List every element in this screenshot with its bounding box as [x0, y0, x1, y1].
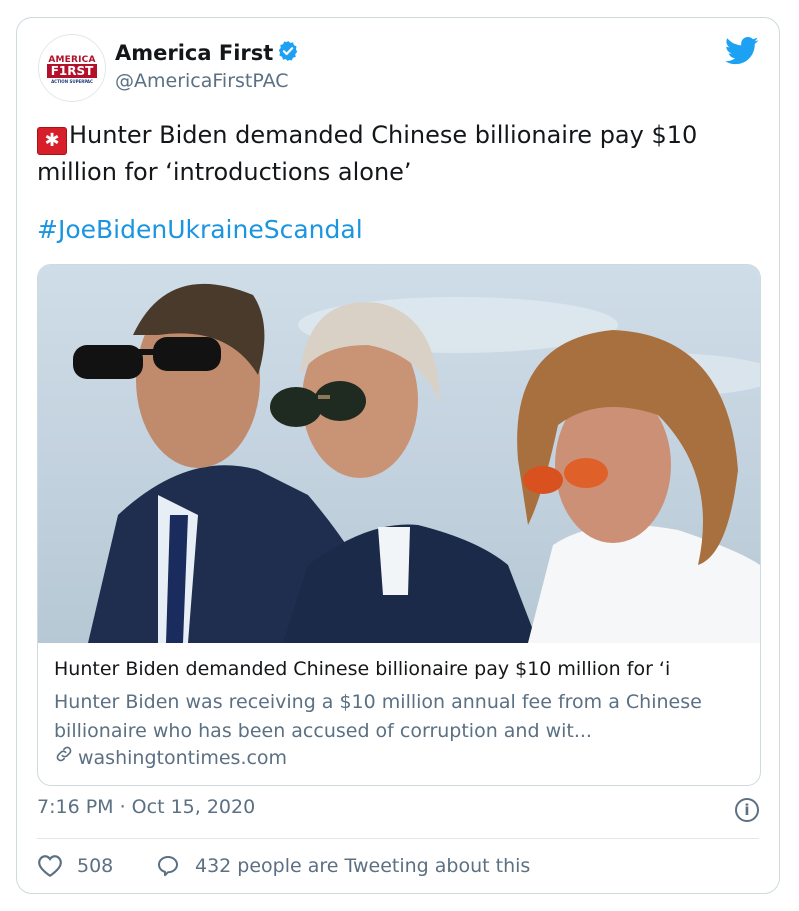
preview-photo — [38, 265, 760, 643]
like-count: 508 — [77, 855, 114, 877]
speech-bubble-icon — [158, 856, 178, 877]
twitter-bird-icon[interactable] — [725, 36, 759, 66]
logo-sub-text: ACTION SUPERPAC — [51, 79, 93, 84]
hashtag-link[interactable]: #JoeBidenUkraineScandal — [37, 215, 363, 244]
account-name[interactable]: America First — [115, 41, 273, 65]
siren-emoji-icon: ✱ — [37, 127, 67, 155]
tweet-card: AMERICA F1RST ACTION SUPERPAC America Fi… — [16, 17, 780, 894]
link-card-title[interactable]: Hunter Biden demanded Chinese billionair… — [54, 658, 750, 680]
verified-badge-icon — [278, 40, 298, 62]
heart-icon — [38, 855, 62, 878]
link-card-domain: washingtontimes.com — [78, 747, 288, 769]
link-card-description: Hunter Biden was receiving a $10 million… — [54, 691, 702, 742]
tweet-text: Hunter Biden demanded Chinese billionair… — [37, 121, 698, 186]
tweet-timestamp[interactable]: 7:16 PM · Oct 15, 2020 — [37, 796, 255, 818]
reply-button[interactable]: 432 people are Tweeting about this — [155, 854, 530, 878]
avatar[interactable]: AMERICA F1RST ACTION SUPERPAC — [38, 34, 106, 102]
like-button[interactable]: 508 — [37, 854, 113, 878]
link-card-domain-row: washingtontimes.com — [54, 744, 287, 769]
info-icon[interactable]: i — [735, 798, 759, 822]
link-icon — [56, 746, 72, 762]
account-handle[interactable]: @AmericaFirstPAC — [115, 70, 289, 92]
divider — [37, 838, 759, 839]
tweeting-about-text: 432 people are Tweeting about this — [195, 855, 531, 877]
tweet-text-block: ✱ Hunter Biden demanded Chinese billionai… — [37, 118, 757, 189]
link-preview-card[interactable]: Hunter Biden demanded Chinese billionair… — [37, 264, 761, 786]
logo-main-text: F1RST — [47, 64, 97, 78]
